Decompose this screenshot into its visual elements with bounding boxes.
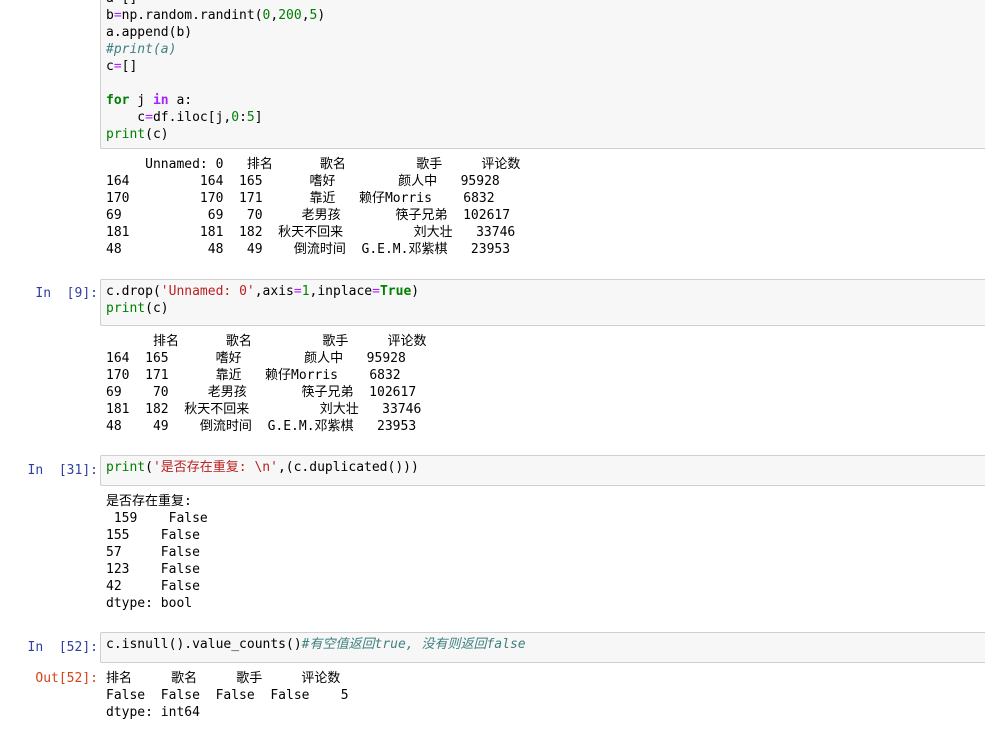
output-cell-9: 排名 歌名 歌手 评论数 164 165 嗜好 颜人中 95928 170 171 …	[106, 333, 976, 435]
code-lines: c.isnull().value_counts()#有空值返回true, 没有则…	[106, 636, 980, 653]
code-line: print('是否存在重复: \n',(c.duplicated()))	[106, 459, 980, 476]
output-line: Unnamed: 0 排名 歌名 歌手 评论数	[106, 157, 521, 172]
code-token: b	[106, 8, 114, 23]
out-prompt-52: Out[52]:	[35, 671, 98, 686]
code-token: True	[379, 284, 412, 299]
code-token: 5	[246, 110, 255, 125]
code-token: #有空值返回true, 没有则返回false	[301, 637, 526, 652]
output-line: 164 165 嗜好 颜人中 95928	[106, 351, 406, 366]
output-line: 排名 歌名 歌手 评论数	[106, 334, 427, 349]
output-line: 181 181 182 秋天不回来 刘大壮 33746	[106, 225, 516, 240]
code-token: '是否存在重复: \n'	[152, 460, 278, 475]
code-line: #print(a)	[106, 41, 980, 58]
code-input-cell-31[interactable]: print('是否存在重复: \n',(c.duplicated()))	[100, 455, 985, 486]
code-token: c.drop(	[106, 284, 161, 299]
code-token: :	[239, 110, 247, 125]
code-token: ]	[254, 110, 263, 125]
code-token: c.isnull().value_counts()	[106, 637, 302, 652]
code-token: (	[145, 460, 153, 475]
output-line: 42 False	[106, 579, 200, 594]
code-token: (c)	[145, 301, 169, 316]
code-token: ,axis	[254, 284, 294, 299]
output-line: 170 170 171 靠近 赖仔Morris 6832	[106, 191, 495, 206]
output-line: 123 False	[106, 562, 200, 577]
output-line: 48 48 49 倒流时间 G.E.M.邓紫棋 23953	[106, 242, 511, 257]
code-token: (c)	[145, 127, 169, 142]
code-token: )	[317, 8, 326, 23]
output-line: 48 49 倒流时间 G.E.M.邓紫棋 23953	[106, 419, 417, 434]
code-lines: a=[]b=np.random.randint(0,200,5)a.append…	[106, 0, 980, 143]
code-token: print	[106, 127, 146, 142]
code-line: c=[]	[106, 58, 980, 75]
code-token: 200	[278, 8, 302, 23]
in-prompt-9: In [9]:	[35, 286, 98, 301]
code-token: ,(c.duplicated()))	[277, 460, 419, 475]
output-line: 69 70 老男孩 筷子兄弟 102617	[106, 385, 417, 400]
code-token: 1	[301, 284, 310, 299]
code-input-cell-9[interactable]: c.drop('Unnamed: 0',axis=1,inplace=True)…	[100, 279, 985, 326]
code-token: c	[106, 59, 114, 74]
code-token: for	[106, 93, 130, 108]
code-token: np.random.randint(	[121, 8, 263, 23]
output-line: 170 171 靠近 赖仔Morris 6832	[106, 368, 401, 383]
output-line: 69 69 70 老男孩 筷子兄弟 102617	[106, 208, 511, 223]
code-token: a=[]	[106, 0, 137, 6]
code-token: 'Unnamed: 0'	[160, 284, 255, 299]
code-token: []	[121, 59, 138, 74]
output-cell-31: 是否存在重复: 159 False 155 False 57 False 123 Fa…	[106, 493, 976, 612]
output-line: dtype: bool	[106, 596, 193, 611]
code-token: =	[293, 284, 302, 299]
code-lines: c.drop('Unnamed: 0',axis=1,inplace=True)…	[106, 283, 980, 317]
code-token: =	[113, 8, 122, 23]
in-prompt-31: In [31]:	[27, 463, 98, 478]
code-token: print	[106, 460, 146, 475]
code-line: print(c)	[106, 300, 980, 317]
code-token: =	[372, 284, 380, 299]
code-line: b=np.random.randint(0,200,5)	[106, 7, 980, 24]
output-line: 57 False	[106, 545, 200, 560]
code-line: c.isnull().value_counts()#有空值返回true, 没有则…	[106, 636, 980, 653]
code-token: #print(a)	[106, 42, 177, 57]
code-line: a.append(b)	[106, 24, 980, 41]
code-token: j	[129, 93, 153, 108]
output-line: dtype: int64	[106, 705, 200, 720]
output-line: 排名 歌名 歌手 评论数	[106, 671, 341, 686]
code-token: =	[113, 59, 122, 74]
output-line: 是否存在重复:	[106, 494, 192, 509]
code-input-cell-a[interactable]: a=[]b=np.random.randint(0,200,5)a.append…	[100, 0, 985, 149]
code-token: print	[106, 301, 146, 316]
code-token: )	[411, 284, 420, 299]
code-line: for j in a:	[106, 92, 980, 109]
output-line: 164 164 165 嗜好 颜人中 95928	[106, 174, 500, 189]
code-token: df.iloc[j,	[152, 110, 232, 125]
code-token: c	[106, 110, 146, 125]
output-line: 181 182 秋天不回来 刘大壮 33746	[106, 402, 422, 417]
code-lines: print('是否存在重复: \n',(c.duplicated()))	[106, 459, 980, 476]
output-line: 159 False	[106, 511, 208, 526]
in-prompt-52: In [52]:	[27, 640, 98, 655]
code-token: =	[145, 110, 153, 125]
code-line: c.drop('Unnamed: 0',axis=1,inplace=True)	[106, 283, 980, 300]
output-line: False False False False 5	[106, 688, 349, 703]
output-line: 155 False	[106, 528, 200, 543]
code-token: ,	[301, 8, 310, 23]
code-input-cell-52[interactable]: c.isnull().value_counts()#有空值返回true, 没有则…	[100, 632, 985, 663]
output-cell-a: Unnamed: 0 排名 歌名 歌手 评论数 164 164 165 嗜好 颜人…	[106, 156, 976, 258]
code-token: in	[152, 93, 169, 108]
code-line: a=[]	[106, 0, 980, 7]
code-token: ,inplace	[309, 284, 373, 299]
code-token: a:	[168, 93, 193, 108]
code-token: 0	[231, 110, 240, 125]
code-line: print(c)	[106, 126, 980, 143]
output-cell-52: 排名 歌名 歌手 评论数 False False False False 5 dty…	[106, 670, 976, 721]
code-token: a.append(b)	[106, 25, 193, 40]
code-line: c=df.iloc[j,0:5]	[106, 109, 980, 126]
